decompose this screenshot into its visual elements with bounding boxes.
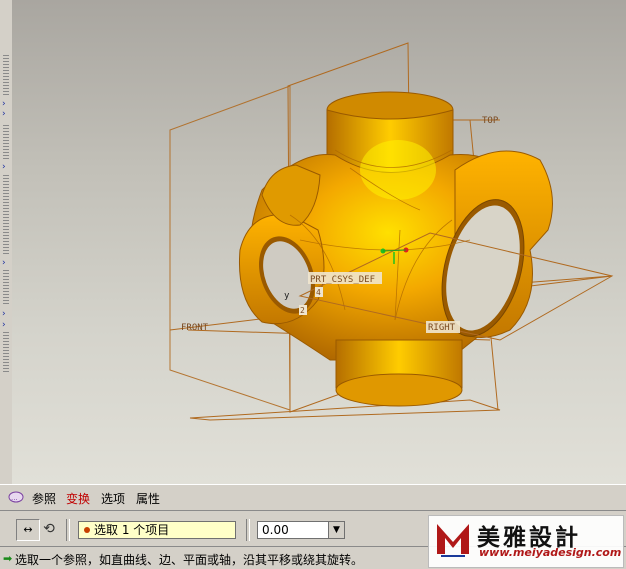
watermark-logo: 美雅設計 www.meiyadesign.com	[428, 515, 624, 568]
axis-marker-2: 2	[300, 306, 305, 315]
toolbar-grip[interactable]	[3, 55, 9, 95]
csys-label: PRT_CSYS_DEF	[310, 275, 375, 285]
expand-arrow-icon[interactable]: ›	[2, 259, 6, 268]
expand-arrow-icon[interactable]: ›	[2, 163, 6, 172]
collector-text: 选取 1 个项目	[94, 523, 170, 537]
expand-arrow-icon[interactable]: ›	[2, 110, 6, 119]
svg-text:...: ...	[11, 494, 18, 502]
rotate-icon[interactable]: ⟲	[38, 519, 60, 539]
tab-options[interactable]: 选项	[101, 490, 125, 507]
expand-arrow-icon[interactable]: ›	[2, 321, 6, 330]
model-viewport[interactable]: PRT_CSYS_DEF 4 y 2 TOP FRONT RIGHT	[12, 0, 626, 484]
dashboard-toggle-icon[interactable]: ...	[8, 491, 24, 505]
tab-properties[interactable]: 属性	[136, 490, 160, 507]
value-text[interactable]: 0.00	[262, 522, 289, 538]
value-input[interactable]: 0.00 ▼	[257, 521, 345, 539]
axis-marker-4: 4	[316, 288, 321, 297]
datum-label-front: FRONT	[181, 323, 209, 333]
model-graphics[interactable]: PRT_CSYS_DEF 4 y 2 TOP FRONT RIGHT	[12, 0, 626, 484]
toolbar-grip[interactable]	[3, 332, 9, 372]
move-arrows-icon[interactable]: ↔	[16, 519, 40, 541]
status-arrow-icon: ➡	[3, 552, 13, 565]
logo-mark-icon	[437, 524, 469, 557]
datum-label-top: TOP	[482, 116, 499, 126]
toolbar-grip[interactable]	[3, 125, 9, 161]
separator	[246, 519, 250, 541]
axis-y-label: y	[284, 291, 290, 301]
expand-arrow-icon[interactable]: ›	[2, 100, 6, 109]
chevron-down-icon[interactable]: ▼	[328, 522, 344, 538]
datum-label-right: RIGHT	[428, 323, 456, 333]
dashboard-tabs: ... 参照 变换 选项 属性	[0, 484, 626, 511]
toolbar-grip[interactable]	[3, 270, 9, 305]
status-message: 选取一个参照，如直曲线、边、平面或轴，沿其平移或绕其旋转。	[15, 553, 364, 567]
toolbar-grip[interactable]	[3, 175, 9, 255]
reference-collector[interactable]: 选取 1 个项目	[78, 521, 236, 539]
expand-arrow-icon[interactable]: ›	[2, 310, 6, 319]
collector-dot-icon	[84, 527, 90, 533]
separator	[66, 519, 70, 541]
tab-references[interactable]: 参照	[32, 490, 56, 507]
logo-url: www.meiyadesign.com	[479, 546, 622, 559]
tab-transform[interactable]: 变换	[66, 490, 90, 507]
